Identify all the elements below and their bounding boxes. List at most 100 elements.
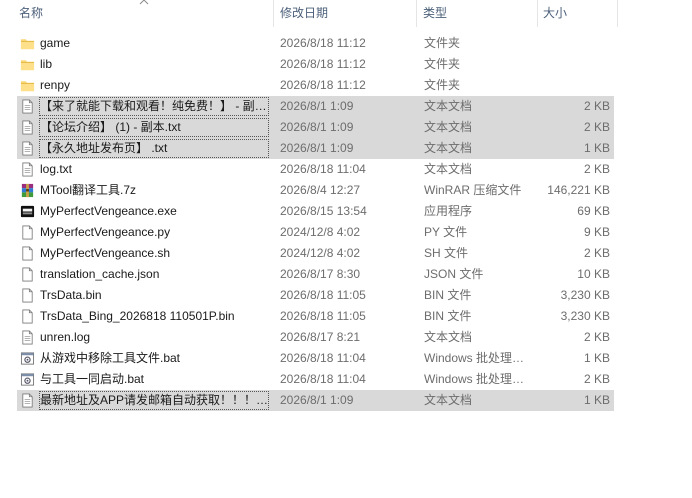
file-name: log.txt — [40, 162, 73, 176]
file-name: MyPerfectVengeance.exe — [40, 204, 177, 218]
file-size: 2 KB — [583, 330, 610, 344]
file-type: 文本文档 — [424, 393, 473, 407]
file-size: 69 KB — [577, 204, 610, 218]
file-row[interactable]: log.txt 2026/8/18 11:04 文本文档 2 KB — [17, 159, 614, 180]
file-date: 2026/8/18 11:12 — [280, 78, 366, 92]
file-size: 2 KB — [583, 99, 610, 113]
file-type: 文件夹 — [424, 36, 461, 50]
column-divider[interactable] — [273, 0, 274, 27]
file-size — [542, 54, 610, 75]
generic-file-icon — [20, 288, 35, 303]
file-list: game 2026/8/18 11:12 文件夹 lib 2026/8/18 11:12… — [17, 33, 614, 411]
file-row[interactable]: translation_cache.json 2026/8/17 8:30 JSON… — [17, 264, 614, 285]
folder-icon — [20, 57, 35, 72]
file-name: MyPerfectVengeance.sh — [40, 246, 171, 260]
file-type: WinRAR 压缩文件 — [424, 183, 522, 197]
text-file-icon — [20, 393, 35, 408]
file-type: 文本文档 — [424, 330, 473, 344]
file-size: 1 KB — [583, 141, 610, 155]
generic-file-icon — [20, 309, 35, 324]
text-file-icon — [20, 120, 35, 135]
winrar-archive-icon — [20, 183, 35, 198]
generic-file-icon — [20, 246, 35, 261]
file-size: 3,230 KB — [560, 288, 610, 302]
file-row[interactable]: MyPerfectVengeance.sh 2024/12/8 4:02 SH 文件… — [17, 243, 614, 264]
file-date: 2026/8/17 8:21 — [280, 330, 361, 344]
column-divider[interactable] — [617, 0, 618, 27]
file-type: Windows 批处理… — [424, 372, 525, 386]
file-row[interactable]: 【来了就能下载和观看！纯免费！】 - 副… 2026/8/1 1:09 文本文档 2 … — [17, 96, 614, 117]
file-name: 【来了就能下载和观看！纯免费！】 - 副… — [38, 96, 270, 117]
file-row[interactable]: renpy 2026/8/18 11:12 文件夹 — [17, 75, 614, 96]
file-size — [542, 33, 610, 54]
file-row[interactable]: 最新地址及APP请发邮箱自动获取！！！… 2026/8/1 1:09 文本文档 1 K… — [17, 390, 614, 411]
file-row[interactable]: TrsData.bin 2026/8/18 11:05 BIN 文件 3,230 KB — [17, 285, 614, 306]
file-size: 3,230 KB — [560, 309, 610, 323]
file-size: 1 KB — [583, 351, 610, 365]
file-date: 2026/8/18 11:12 — [280, 36, 366, 50]
file-type: 文本文档 — [424, 120, 473, 134]
file-name: TrsData_Bing_2026818 110501P.bin — [40, 309, 235, 323]
text-file-icon — [20, 99, 35, 114]
file-row[interactable]: 【永久地址发布页】 .txt 2026/8/1 1:09 文本文档 1 KB — [17, 138, 614, 159]
file-name: 【论坛介绍】 (1) - 副本.txt — [38, 117, 270, 138]
file-row[interactable]: lib 2026/8/18 11:12 文件夹 — [17, 54, 614, 75]
generic-file-icon — [20, 225, 35, 240]
column-divider[interactable] — [537, 0, 538, 27]
text-file-icon — [20, 330, 35, 345]
column-header-bar: 名称 修改日期 类型 大小 — [0, 0, 692, 27]
file-name: 从游戏中移除工具文件.bat — [40, 351, 181, 365]
file-size: 2 KB — [583, 162, 610, 176]
file-size — [542, 75, 610, 96]
file-size: 2 KB — [583, 246, 610, 260]
file-date: 2026/8/18 11:12 — [280, 57, 366, 71]
file-type: 文本文档 — [424, 141, 473, 155]
file-type: BIN 文件 — [424, 309, 472, 323]
generic-file-icon — [20, 267, 35, 282]
file-date: 2026/8/1 1:09 — [280, 99, 354, 113]
file-size: 1 KB — [583, 393, 610, 407]
file-size: 2 KB — [583, 372, 610, 386]
column-divider[interactable] — [416, 0, 417, 27]
file-name: 最新地址及APP请发邮箱自动获取！！！… — [38, 390, 270, 411]
file-row[interactable]: 【论坛介绍】 (1) - 副本.txt 2026/8/1 1:09 文本文档 2 KB — [17, 117, 614, 138]
file-date: 2026/8/18 11:05 — [280, 288, 366, 302]
file-size: 2 KB — [583, 120, 610, 134]
file-type: 文本文档 — [424, 162, 473, 176]
file-row[interactable]: 从游戏中移除工具文件.bat 2026/8/18 11:04 Windows 批处理… — [17, 348, 614, 369]
file-row[interactable]: TrsData_Bing_2026818 110501P.bin 2026/8/1… — [17, 306, 614, 327]
file-type: 应用程序 — [424, 204, 473, 218]
file-row[interactable]: 与工具一同启动.bat 2026/8/18 11:04 Windows 批处理… 2 … — [17, 369, 614, 390]
file-name: renpy — [40, 78, 71, 92]
file-row[interactable]: unren.log 2026/8/17 8:21 文本文档 2 KB — [17, 327, 614, 348]
file-name: MTool翻译工具.7z — [40, 183, 137, 197]
file-name: 与工具一同启动.bat — [40, 372, 145, 386]
file-size: 10 KB — [577, 267, 610, 281]
file-type: BIN 文件 — [424, 288, 472, 302]
file-type: JSON 文件 — [424, 267, 484, 281]
column-header-size[interactable]: 大小 — [539, 0, 617, 27]
file-date: 2024/12/8 4:02 — [280, 246, 361, 260]
file-type: SH 文件 — [424, 246, 469, 260]
file-date: 2026/8/1 1:09 — [280, 120, 354, 134]
text-file-icon — [20, 141, 35, 156]
column-header-date[interactable]: 修改日期 — [276, 0, 416, 27]
file-date: 2024/12/8 4:02 — [280, 225, 361, 239]
file-row[interactable]: MyPerfectVengeance.exe 2026/8/15 13:54 应用程… — [17, 201, 614, 222]
file-row[interactable]: MTool翻译工具.7z 2026/8/4 12:27 WinRAR 压缩文件 146… — [17, 180, 614, 201]
folder-icon — [20, 78, 35, 93]
file-row[interactable]: game 2026/8/18 11:12 文件夹 — [17, 33, 614, 54]
file-row[interactable]: MyPerfectVengeance.py 2024/12/8 4:02 PY 文件… — [17, 222, 614, 243]
file-type: 文件夹 — [424, 57, 461, 71]
file-type: Windows 批处理… — [424, 351, 525, 365]
file-date: 2026/8/18 11:04 — [280, 351, 366, 365]
file-date: 2026/8/4 12:27 — [280, 183, 361, 197]
column-header-name[interactable]: 名称 — [15, 0, 273, 27]
file-date: 2026/8/18 11:04 — [280, 162, 366, 176]
file-name: game — [40, 36, 71, 50]
column-header-type[interactable]: 类型 — [419, 0, 537, 27]
file-size: 146,221 KB — [547, 183, 610, 197]
file-name: TrsData.bin — [40, 288, 102, 302]
file-date: 2026/8/1 1:09 — [280, 393, 354, 407]
file-date: 2026/8/17 8:30 — [280, 267, 361, 281]
